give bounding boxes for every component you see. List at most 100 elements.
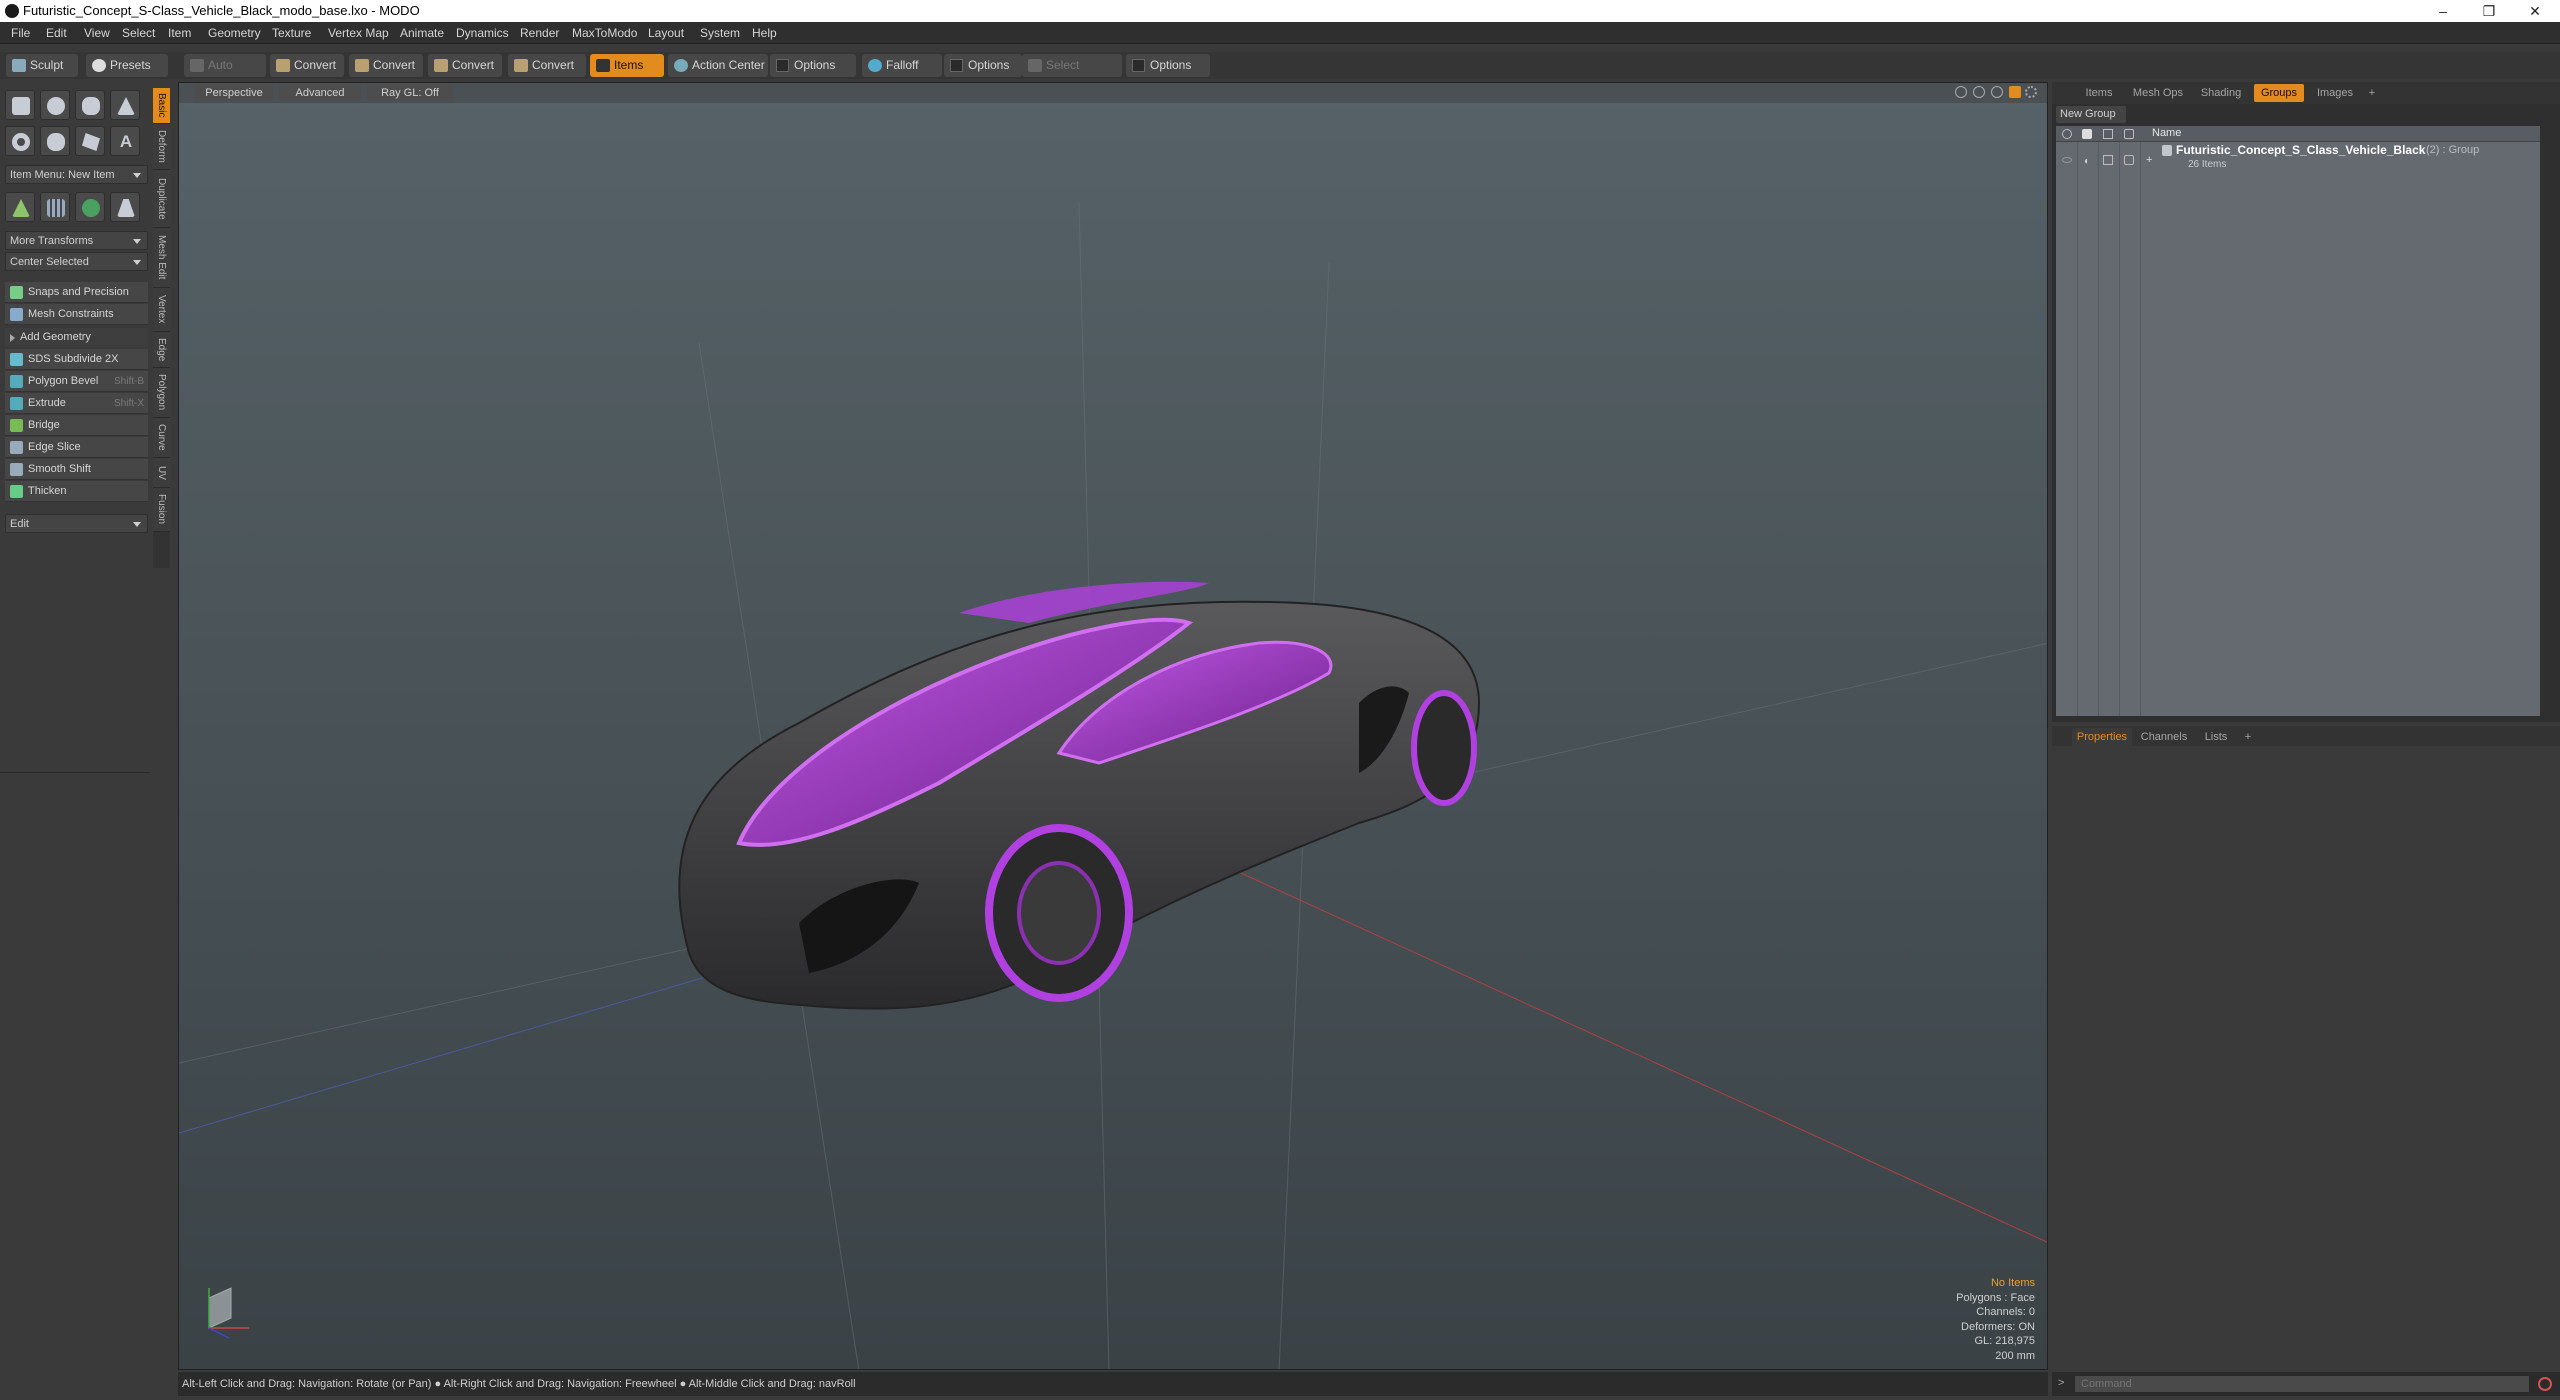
menu-help[interactable]: Help xyxy=(752,26,777,40)
3d-viewport[interactable]: Perspective Advanced Ray GL: Off No Item… xyxy=(178,82,2048,1370)
cylinder-primitive-button[interactable] xyxy=(75,90,105,120)
more-transforms-dropdown[interactable]: More Transforms xyxy=(5,231,148,250)
visibility-icon[interactable] xyxy=(2062,129,2072,139)
perspective-button[interactable]: Perspective xyxy=(195,85,273,101)
convert-button-1[interactable]: Convert xyxy=(270,54,344,77)
menu-edit[interactable]: Edit xyxy=(46,26,67,40)
center-selected-dropdown[interactable]: Center Selected xyxy=(5,252,148,271)
add-tab-button[interactable]: + xyxy=(2364,84,2380,102)
tab-fusion[interactable]: Fusion xyxy=(153,488,170,532)
menu-view[interactable]: View xyxy=(84,26,110,40)
grid-button[interactable] xyxy=(40,192,70,222)
zoom-view-icon[interactable] xyxy=(1991,86,2003,98)
tab-shading[interactable]: Shading xyxy=(2192,84,2250,102)
extrude-button[interactable]: Extrude Shift-X xyxy=(5,393,148,414)
eye-icon[interactable] xyxy=(2062,157,2072,163)
polygon-bevel-button[interactable]: Polygon Bevel Shift-B xyxy=(5,371,148,392)
tab-items[interactable]: Items xyxy=(2074,84,2124,102)
auto-select-button[interactable]: Auto Select xyxy=(184,54,266,95)
convert-button-4[interactable]: Convert xyxy=(508,54,586,77)
menu-animate[interactable]: Animate xyxy=(400,26,444,40)
options-button-3[interactable]: Options xyxy=(1126,54,1210,77)
tab-duplicate[interactable]: Duplicate xyxy=(153,170,170,228)
options-checkbox[interactable] xyxy=(1132,59,1145,72)
group-row[interactable]: ◐ + Futuristic_Concept_S_Class_Vehicle_B… xyxy=(2056,142,2540,176)
action-center-button[interactable]: Action Center xyxy=(668,54,768,77)
tab-polygon[interactable]: Polygon xyxy=(153,368,170,418)
menu-select[interactable]: Select xyxy=(122,26,155,40)
falloff-button[interactable]: Falloff xyxy=(862,54,942,77)
tab-edge[interactable]: Edge xyxy=(153,332,170,368)
edit-dropdown[interactable]: Edit xyxy=(5,514,148,533)
environment-button[interactable] xyxy=(75,192,105,222)
menu-dynamics[interactable]: Dynamics xyxy=(456,26,509,40)
sculpt-button[interactable]: Sculpt xyxy=(6,54,78,77)
tab-uv[interactable]: UV xyxy=(153,458,170,488)
select-through-button[interactable]: Select Through xyxy=(1022,54,1122,95)
tab-mesh-edit[interactable]: Mesh Edit xyxy=(153,228,170,288)
options-button-2[interactable]: Options xyxy=(944,54,1022,77)
text-primitive-button[interactable]: A xyxy=(110,126,140,156)
plane-primitive-button[interactable] xyxy=(75,126,105,156)
convert-button-2[interactable]: Convert xyxy=(349,54,423,77)
name-column-header[interactable]: Name xyxy=(2152,127,2181,139)
brush-view-icon[interactable] xyxy=(2009,86,2021,98)
tab-mesh-ops[interactable]: Mesh Ops xyxy=(2128,84,2188,102)
presets-button[interactable]: Presets xyxy=(86,54,168,77)
camera-button[interactable] xyxy=(110,192,140,222)
cube-primitive-button[interactable] xyxy=(5,90,35,120)
command-history-icon[interactable] xyxy=(2538,1377,2552,1391)
select-icon[interactable] xyxy=(2103,129,2113,139)
new-group-button[interactable]: New Group xyxy=(2056,106,2126,123)
sds-subdivide-button[interactable]: SDS Subdivide 2X xyxy=(5,349,148,370)
menu-item[interactable]: Item xyxy=(168,26,191,40)
options-checkbox[interactable] xyxy=(950,59,963,72)
menu-system[interactable]: System xyxy=(700,26,740,40)
menu-texture[interactable]: Texture xyxy=(272,26,311,40)
add-tab-button[interactable]: + xyxy=(2240,728,2256,746)
lock-toggle[interactable]: ◐ xyxy=(2084,156,2090,167)
cone-primitive-button[interactable] xyxy=(110,90,140,120)
tab-images[interactable]: Images xyxy=(2308,84,2362,102)
mesh-constraints-button[interactable]: Mesh Constraints xyxy=(5,304,148,325)
edge-slice-button[interactable]: Edge Slice xyxy=(5,437,148,458)
thicken-button[interactable]: Thicken xyxy=(5,481,148,502)
torus-primitive-button[interactable] xyxy=(5,126,35,156)
snaps-precision-button[interactable]: Snaps and Precision xyxy=(5,282,148,303)
tab-lists[interactable]: Lists xyxy=(2196,728,2236,746)
add-geometry-section[interactable]: Add Geometry xyxy=(5,328,148,347)
close-button[interactable]: ✕ xyxy=(2512,0,2558,22)
tab-groups[interactable]: Groups xyxy=(2254,84,2304,102)
tab-channels[interactable]: Channels xyxy=(2136,728,2192,746)
menu-render[interactable]: Render xyxy=(520,26,559,40)
lock-icon[interactable] xyxy=(2082,129,2092,139)
rotate-view-icon[interactable] xyxy=(1973,86,1985,98)
command-input[interactable] xyxy=(2074,1375,2530,1393)
expand-icon[interactable]: + xyxy=(2146,154,2152,166)
select-toggle[interactable] xyxy=(2103,155,2113,165)
tab-basic[interactable]: Basic xyxy=(153,88,170,124)
maximize-button[interactable]: ❐ xyxy=(2466,0,2512,22)
raygl-button[interactable]: Ray GL: Off xyxy=(367,85,453,101)
tab-curve[interactable]: Curve xyxy=(153,418,170,458)
menu-geometry[interactable]: Geometry xyxy=(208,26,261,40)
tab-vertex[interactable]: Vertex xyxy=(153,288,170,332)
convert-button-3[interactable]: Convert xyxy=(428,54,502,77)
menu-layout[interactable]: Layout xyxy=(648,26,684,40)
sphere-primitive-button[interactable] xyxy=(40,90,70,120)
bridge-button[interactable]: Bridge xyxy=(5,415,148,436)
render-toggle[interactable] xyxy=(2124,155,2134,165)
smooth-shift-button[interactable]: Smooth Shift xyxy=(5,459,148,480)
options-button-1[interactable]: Options xyxy=(770,54,856,77)
item-menu-dropdown[interactable]: Item Menu: New Item xyxy=(5,165,148,184)
render-icon[interactable] xyxy=(2124,129,2134,139)
options-checkbox[interactable] xyxy=(776,59,789,72)
menu-vertex-map[interactable]: Vertex Map xyxy=(328,26,389,40)
items-mode-button[interactable]: Items xyxy=(590,54,664,77)
menu-file[interactable]: File xyxy=(11,26,30,40)
locator-button[interactable] xyxy=(5,192,35,222)
minimize-button[interactable]: – xyxy=(2420,0,2466,22)
tab-properties[interactable]: Properties xyxy=(2072,728,2132,746)
advanced-button[interactable]: Advanced xyxy=(279,85,361,101)
tab-deform[interactable]: Deform xyxy=(153,124,170,170)
